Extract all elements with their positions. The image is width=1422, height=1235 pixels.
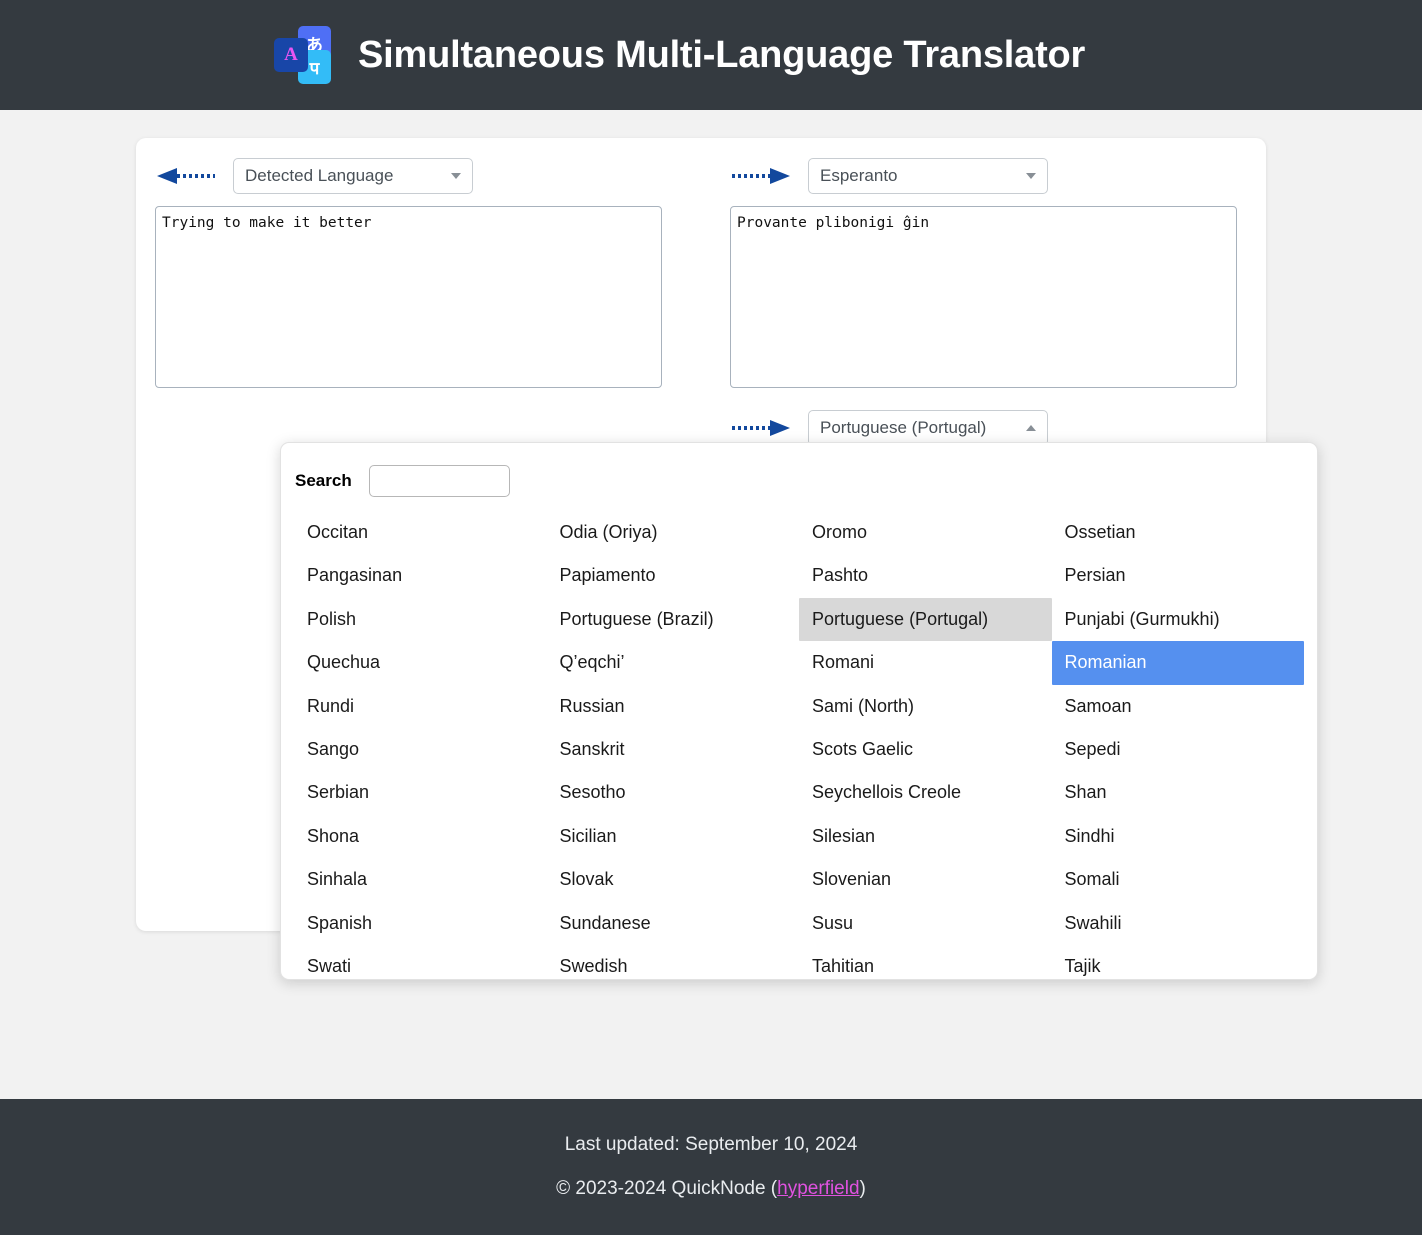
logo-glyph-devanagari: प [310, 56, 320, 79]
chevron-down-icon [1026, 173, 1036, 179]
copyright-prefix: © 2023-2024 QuickNode ( [556, 1178, 777, 1199]
language-option[interactable]: Sepedi [1052, 728, 1305, 771]
language-option[interactable]: Romanian [1052, 641, 1305, 684]
language-option[interactable]: Swati [294, 945, 547, 988]
search-input[interactable] [369, 465, 510, 497]
language-option[interactable]: Odia (Oriya) [547, 511, 800, 554]
language-option[interactable]: Silesian [799, 815, 1052, 858]
language-option[interactable]: Sami (North) [799, 685, 1052, 728]
copyright-line: © 2023-2024 QuickNode (hyperfield) [0, 1179, 1422, 1198]
language-option[interactable]: Tajik [1052, 945, 1305, 988]
last-updated-text: Last updated: September 10, 2024 [0, 1135, 1422, 1154]
logo-glyph-latin: A [284, 44, 298, 66]
language-option[interactable]: Shan [1052, 771, 1305, 814]
language-option[interactable]: Papiamento [547, 554, 800, 597]
language-option[interactable]: Quechua [294, 641, 547, 684]
language-option[interactable]: Pashto [799, 554, 1052, 597]
source-language-value: Detected Language [245, 166, 393, 185]
language-option[interactable]: Slovak [547, 858, 800, 901]
page-title: Simultaneous Multi-Language Translator [358, 34, 1085, 77]
chevron-up-icon [1026, 425, 1036, 431]
arrow-left-dotted-icon [155, 167, 217, 185]
language-option[interactable]: Swedish [547, 945, 800, 988]
language-option[interactable]: Sindhi [1052, 815, 1305, 858]
language-option[interactable]: Sesotho [547, 771, 800, 814]
language-option[interactable]: Serbian [294, 771, 547, 814]
language-option-grid: OccitanOdia (Oriya)OromoOssetian Pangasin… [294, 511, 1304, 988]
language-option[interactable]: Russian [547, 685, 800, 728]
language-option[interactable]: Punjabi (Gurmukhi) [1052, 598, 1305, 641]
language-option[interactable]: Romani [799, 641, 1052, 684]
language-option[interactable]: Swahili [1052, 902, 1305, 945]
translation-panes: Detected Language Esperanto [136, 138, 1266, 393]
language-option[interactable]: Samoan [1052, 685, 1305, 728]
dropdown-search-row: Search [294, 465, 1304, 497]
language-option[interactable]: Scots Gaelic [799, 728, 1052, 771]
language-option[interactable]: Sinhala [294, 858, 547, 901]
site-footer: Last updated: September 10, 2024 © 2023-… [0, 1099, 1422, 1235]
language-option[interactable]: Sundanese [547, 902, 800, 945]
language-option[interactable]: Portuguese (Portugal) [799, 598, 1052, 641]
language-option[interactable]: Q’eqchi’ [547, 641, 800, 684]
language-option[interactable]: Sanskrit [547, 728, 800, 771]
source-pane: Detected Language [155, 158, 662, 393]
third-language-value: Portuguese (Portugal) [820, 418, 986, 437]
arrow-right-dotted-icon [730, 419, 792, 437]
language-dropdown-panel: Search OccitanOdia (Oriya)OromoOssetianP… [280, 442, 1318, 980]
language-option[interactable]: Sicilian [547, 815, 800, 858]
logo-square-latin: A [274, 38, 308, 72]
site-header: あ प A Simultaneous Multi-Language Transl… [0, 0, 1422, 110]
source-text-input[interactable] [155, 206, 662, 388]
language-option[interactable]: Occitan [294, 511, 547, 554]
search-label: Search [295, 471, 352, 491]
language-option[interactable]: Pangasinan [294, 554, 547, 597]
language-option[interactable]: Persian [1052, 554, 1305, 597]
language-option[interactable]: Tahitian [799, 945, 1052, 988]
language-option[interactable]: Polish [294, 598, 547, 641]
chevron-down-icon [451, 173, 461, 179]
language-option[interactable]: Slovenian [799, 858, 1052, 901]
language-option[interactable]: Sango [294, 728, 547, 771]
language-option[interactable]: Shona [294, 815, 547, 858]
target-text-output[interactable] [730, 206, 1237, 388]
arrow-right-dotted-icon [730, 167, 792, 185]
third-language-select[interactable]: Portuguese (Portugal) [808, 410, 1048, 446]
hyperfield-link[interactable]: hyperfield [777, 1178, 859, 1199]
language-option[interactable]: Seychellois Creole [799, 771, 1052, 814]
language-option[interactable]: Somali [1052, 858, 1305, 901]
target-language-select[interactable]: Esperanto [808, 158, 1048, 194]
language-option[interactable]: Rundi [294, 685, 547, 728]
copyright-suffix: ) [860, 1178, 866, 1199]
language-option[interactable]: Oromo [799, 511, 1052, 554]
source-language-select[interactable]: Detected Language [233, 158, 473, 194]
language-option[interactable]: Ossetian [1052, 511, 1305, 554]
target-pane: Esperanto [730, 158, 1237, 393]
third-target-controls: Portuguese (Portugal) [730, 393, 1266, 446]
language-option[interactable]: Portuguese (Brazil) [547, 598, 800, 641]
language-option[interactable]: Spanish [294, 902, 547, 945]
app-logo-icon: あ प A [274, 26, 332, 84]
target-language-value: Esperanto [820, 166, 898, 185]
language-option[interactable]: Susu [799, 902, 1052, 945]
source-controls: Detected Language [155, 158, 662, 194]
target-controls: Esperanto [730, 158, 1237, 194]
